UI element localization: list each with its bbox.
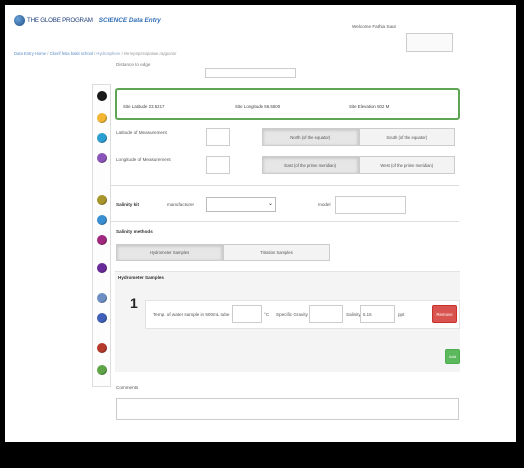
south-button[interactable]: South (of the equator) bbox=[358, 128, 455, 146]
green-land-icon[interactable] bbox=[97, 365, 107, 375]
welcome-text: Welcome Fathia Saut bbox=[352, 24, 396, 29]
salinity-input[interactable]: 5.15 bbox=[360, 305, 395, 323]
blue-drop-icon[interactable] bbox=[97, 215, 107, 225]
method-tabs: Hydrometer Samples Titration Samples bbox=[116, 244, 330, 261]
breadcrumb-protocol: Интерпретирован гидролог bbox=[123, 51, 177, 56]
north-south-toggle: North (of the equator) South (of the equ… bbox=[262, 128, 455, 146]
magenta-icon[interactable] bbox=[97, 235, 107, 245]
site-longitude: Site Longitude 56.5500 bbox=[235, 104, 281, 109]
gold-leaf-icon[interactable] bbox=[97, 195, 107, 205]
north-button[interactable]: North (of the equator) bbox=[262, 128, 359, 146]
east-button[interactable]: East (of the prime meridian) bbox=[262, 156, 359, 174]
site-info-box: Site Latitude 23.5217 Site Longitude 56.… bbox=[115, 88, 460, 120]
specific-gravity-label: Specific Gravity bbox=[276, 312, 308, 317]
temperature-unit: °C bbox=[264, 312, 270, 317]
section-title: SCIENCE Data Entry bbox=[98, 17, 161, 24]
chevron-down-icon: ⌄ bbox=[267, 201, 273, 207]
west-button[interactable]: West (of the prime meridian) bbox=[358, 156, 455, 174]
user-menu-button[interactable] bbox=[406, 33, 453, 52]
temperature-input[interactable] bbox=[232, 305, 262, 323]
moon-icon[interactable] bbox=[97, 91, 107, 101]
salinity-kit-label: Salinity kit bbox=[116, 202, 139, 207]
globe-logo[interactable]: THE GLOBE PROGRAM SCIENCE Data Entry bbox=[14, 15, 161, 26]
truncated-field-input[interactable] bbox=[205, 68, 296, 78]
east-west-toggle: East (of the prime meridian) West (of th… bbox=[262, 156, 455, 174]
salinity-label: Salinity bbox=[346, 312, 361, 317]
longitude-input[interactable] bbox=[206, 156, 230, 174]
indigo-icon[interactable] bbox=[97, 313, 107, 323]
latitude-input[interactable] bbox=[206, 128, 230, 146]
salinity-unit: ppt bbox=[398, 312, 405, 317]
breadcrumb: Data Entry Home / Ckerif fetia bakit sch… bbox=[14, 51, 177, 56]
teal-icon[interactable] bbox=[97, 293, 107, 303]
breadcrumb-school[interactable]: Ckerif fetia bakit school bbox=[50, 51, 93, 56]
latitude-label: Latitude of Measurement bbox=[116, 130, 167, 135]
breadcrumb-home[interactable]: Data Entry Home bbox=[14, 51, 46, 56]
tab-hydrometer[interactable]: Hydrometer Samples bbox=[116, 244, 223, 261]
hydrometer-samples-title: Hydrometer Samples bbox=[118, 275, 164, 280]
section-divider bbox=[111, 185, 459, 186]
manufacturer-label: manufacturer bbox=[167, 202, 195, 207]
site-elevation: Site Elevation 502 M bbox=[349, 104, 390, 109]
site-latitude: Site Latitude 23.5217 bbox=[123, 104, 165, 109]
tab-titration[interactable]: Titration Samples bbox=[223, 244, 330, 261]
remove-button[interactable]: Remove bbox=[432, 305, 457, 323]
salinity-methods-title: Salinity methods bbox=[116, 229, 153, 234]
comments-label: Comments bbox=[116, 385, 139, 390]
globe-icon bbox=[14, 15, 25, 26]
longitude-label: Longitude of Measurement bbox=[116, 157, 171, 162]
temperature-label: Temp. of water sample in 500mL tube bbox=[153, 312, 230, 317]
model-input[interactable] bbox=[335, 196, 406, 214]
add-button[interactable]: Add bbox=[445, 349, 460, 364]
section-divider bbox=[111, 221, 459, 222]
breadcrumb-site[interactable]: Hydrosphere bbox=[96, 51, 120, 56]
truncated-field-label: Distance to edge bbox=[116, 62, 151, 67]
comments-input[interactable] bbox=[116, 398, 459, 420]
model-label: model bbox=[318, 202, 331, 207]
specific-gravity-input[interactable] bbox=[309, 305, 343, 323]
app-window: THE GLOBE PROGRAM SCIENCE Data Entry Wel… bbox=[5, 5, 516, 442]
red-soil-icon[interactable] bbox=[97, 343, 107, 353]
purple-drop-icon[interactable] bbox=[97, 153, 107, 163]
protocol-sidebar bbox=[92, 84, 111, 387]
sample-row-number: 1 bbox=[130, 295, 138, 311]
manufacturer-select[interactable]: ⌄ bbox=[206, 197, 276, 212]
sun-icon[interactable] bbox=[97, 113, 107, 123]
brand-name: THE GLOBE PROGRAM bbox=[27, 17, 93, 24]
violet-icon[interactable] bbox=[97, 263, 107, 273]
water-icon[interactable] bbox=[97, 133, 107, 143]
